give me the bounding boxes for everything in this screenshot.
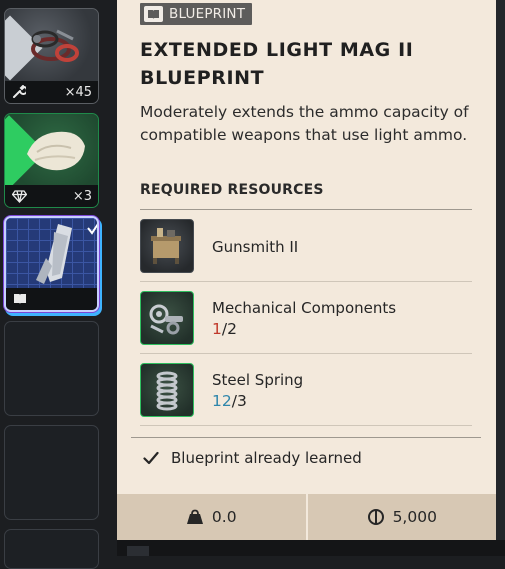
inventory-slot-empty[interactable] [4, 425, 99, 520]
workbench-icon [140, 219, 194, 273]
item-stats-bar: 0.0 5,000 [117, 494, 496, 540]
learned-status-text: Blueprint already learned [171, 449, 362, 467]
blueprint-item-image [6, 218, 97, 290]
check-icon [87, 223, 97, 235]
slot-footer: ×3 [5, 185, 98, 207]
inventory-slot-cloth[interactable]: ×3 [4, 113, 99, 208]
background-strip [496, 0, 505, 556]
resource-quantity: 12/3 [212, 392, 247, 410]
cloth-item-image [5, 114, 98, 189]
resource-row: Gunsmith II [140, 210, 472, 282]
book-icon [13, 293, 27, 305]
gem-icon [12, 189, 27, 203]
cables-item-image [5, 9, 98, 81]
weight-icon [186, 509, 203, 524]
category-tag: BLUEPRINT [140, 3, 253, 25]
background-bottom [117, 540, 505, 556]
resource-row: Steel Spring 12/3 [140, 354, 472, 426]
check-icon [143, 451, 159, 465]
coin-icon [367, 509, 384, 525]
item-count: ×45 [64, 84, 92, 100]
item-description: Moderately extends the ammo capacity of … [140, 103, 469, 144]
resource-quantity: 1/2 [212, 320, 237, 338]
category-label: BLUEPRINT [169, 6, 246, 22]
inventory-slot-cables[interactable]: ×45 [4, 8, 99, 104]
resource-name: Mechanical Components [212, 299, 397, 317]
slot-footer: ×45 [5, 81, 98, 103]
weight-stat: 0.0 [117, 494, 306, 540]
resource-row: Mechanical Components 1/2 [140, 282, 472, 354]
book-icon [144, 6, 163, 22]
resource-name: Steel Spring [212, 371, 304, 389]
wrench-icon [12, 85, 26, 99]
resource-name: Gunsmith II [212, 238, 299, 256]
mechanical-components-icon [140, 291, 194, 345]
slot-footer [6, 288, 97, 310]
inventory-slot-empty[interactable] [4, 321, 99, 416]
weight-value: 0.0 [211, 508, 237, 526]
required-resources-heading: REQUIRED RESOURCES [140, 182, 324, 198]
item-tooltip: BLUEPRINT EXTENDED LIGHT MAG II BLUEPRIN… [117, 0, 496, 540]
value-amount: 5,000 [392, 508, 437, 526]
steel-spring-icon [140, 363, 194, 417]
inventory-slot-empty[interactable] [4, 529, 99, 569]
divider [131, 437, 481, 438]
item-count: ×3 [72, 188, 92, 204]
value-stat: 5,000 [308, 494, 497, 540]
learned-status: Blueprint already learned [143, 449, 362, 467]
item-title: EXTENDED LIGHT MAG II BLUEPRINT [140, 39, 414, 89]
inventory-slot-blueprint[interactable] [4, 216, 99, 312]
